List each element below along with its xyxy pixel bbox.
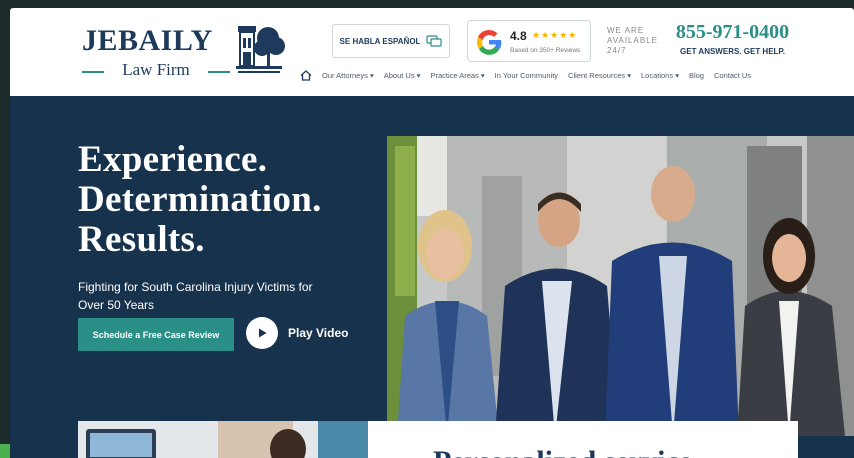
nav-item-contact-us[interactable]: Contact Us (714, 71, 751, 80)
schedule-case-review-button[interactable]: Schedule a Free Case Review (78, 318, 234, 351)
nav-item-client-resources[interactable]: Client Resources ▾ (568, 71, 631, 80)
intro-section-strip: Personalized service (78, 421, 798, 458)
nav-item-in-your-community[interactable]: In Your Community (495, 71, 558, 80)
nav-item-practice-areas[interactable]: Practice Areas ▾ (430, 71, 484, 80)
star-rating-icon: ★★★★★ (532, 30, 578, 40)
home-icon[interactable] (300, 70, 312, 81)
availability-text: WE ARE AVAILABLE 24/7 (607, 26, 658, 55)
nav-item-about-us[interactable]: About Us ▾ (384, 71, 421, 80)
browser-page: JEBAILY Law Firm SE HABLA ESPAÑOL 4.8 ★★… (10, 8, 854, 458)
play-video-label: Play Video (288, 326, 349, 340)
hero-headline-line-3: Results. (78, 219, 205, 260)
chat-bubble-icon (426, 35, 443, 47)
consultation-photo (78, 421, 368, 458)
hero-headline-line-1: Experience. (78, 139, 268, 180)
play-icon (246, 317, 278, 349)
nav-item-our-attorneys[interactable]: Our Attorneys ▾ (322, 71, 374, 80)
play-video-button[interactable]: Play Video (246, 317, 348, 349)
google-g-icon (476, 29, 502, 55)
spanish-language-button[interactable]: SE HABLA ESPAÑOL (332, 24, 450, 58)
google-rating: 4.8 (510, 29, 527, 43)
spanish-label: SE HABLA ESPAÑOL (339, 36, 421, 46)
logo-subtitle: Law Firm (82, 60, 230, 80)
phone-tagline: GET ANSWERS. GET HELP. (680, 47, 785, 56)
nav-item-locations[interactable]: Locations ▾ (641, 71, 679, 80)
hero-text-block: Experience. Determination. Results. Figh… (78, 140, 328, 314)
phone-number-link[interactable]: 855-971-0400 (665, 21, 800, 44)
google-review-count: Based on 350+ Reviews (510, 47, 581, 54)
site-logo[interactable]: JEBAILY Law Firm (82, 22, 287, 82)
logo-wordmark: JEBAILY (82, 24, 213, 57)
main-navigation: Our Attorneys ▾ About Us ▾ Practice Area… (300, 70, 751, 81)
section-heading-partial: Personalized service (433, 445, 692, 458)
site-header: JEBAILY Law Firm SE HABLA ESPAÑOL 4.8 ★★… (10, 8, 854, 96)
taskbar-edge (0, 444, 10, 458)
attorneys-team-photo (387, 136, 854, 436)
nav-item-blog[interactable]: Blog (689, 71, 704, 80)
hero-headline-line-2: Determination. (78, 179, 322, 220)
courthouse-tree-icon (236, 26, 285, 73)
hero-subtext: Fighting for South Carolina Injury Victi… (78, 280, 313, 312)
google-reviews-badge[interactable]: 4.8 ★★★★★ Based on 350+ Reviews (467, 20, 591, 62)
